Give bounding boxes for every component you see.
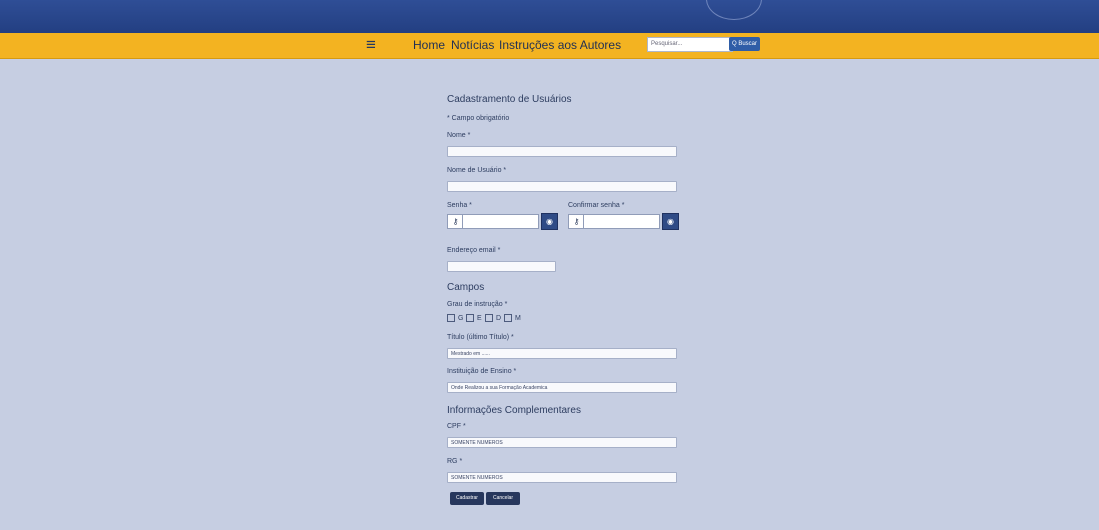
name-label: Nome *	[447, 132, 471, 139]
nav-author-instructions-link[interactable]: Instruções aos Autores	[499, 38, 621, 52]
search-input[interactable]: Pesquisar...	[647, 37, 733, 52]
degree-option-g[interactable]: G	[447, 314, 463, 322]
fields-section-title: Campos	[447, 282, 485, 293]
institution-field[interactable]: Onde Realizou a sua Formação Academica	[447, 382, 677, 393]
title-label: Título (último Título) *	[447, 334, 514, 341]
confirm-password-label: Confirmar senha *	[568, 202, 625, 209]
institution-label: Instituição de Ensino *	[447, 368, 517, 375]
rg-field[interactable]: SOMENTE NUMEROS	[447, 472, 677, 483]
show-password-button[interactable]: ◉	[541, 213, 558, 230]
confirm-password-group: ⚷ ◉	[568, 213, 679, 230]
name-field[interactable]	[447, 146, 677, 157]
top-header	[0, 0, 1099, 33]
search-button[interactable]: Q Buscar	[729, 37, 760, 51]
rg-label: RG *	[447, 458, 463, 465]
password-field[interactable]	[462, 214, 539, 229]
main-navbar: ≡ Home Notícias Instruções aos Autores P…	[0, 33, 1099, 59]
menu-icon[interactable]: ≡	[366, 35, 376, 55]
password-label: Senha *	[447, 202, 472, 209]
required-field-note: * Campo obrigatório	[447, 115, 510, 122]
nav-home-link[interactable]: Home	[413, 38, 445, 52]
cpf-label: CPF *	[447, 423, 466, 430]
degree-option-d[interactable]: D	[485, 314, 501, 322]
username-label: Nome de Usuário *	[447, 167, 507, 174]
degree-option-m[interactable]: M	[504, 314, 521, 322]
nav-news-link[interactable]: Notícias	[451, 38, 494, 52]
show-confirm-password-button[interactable]: ◉	[662, 213, 679, 230]
password-group: ⚷ ◉	[447, 213, 558, 230]
cpf-field[interactable]: SOMENTE NUMEROS	[447, 437, 677, 448]
username-field[interactable]	[447, 181, 677, 192]
degree-label: Grau de instrução *	[447, 301, 508, 308]
title-field[interactable]: Mestrado em ......	[447, 348, 677, 359]
email-field[interactable]	[447, 261, 556, 272]
email-label: Endereço email *	[447, 247, 501, 254]
degree-option-e[interactable]: E	[466, 314, 482, 322]
register-button[interactable]: Cadastrar	[450, 492, 484, 505]
cancel-button[interactable]: Cancelar	[486, 492, 520, 505]
institution-seal	[706, 0, 762, 20]
complementary-info-title: Informações Complementares	[447, 405, 581, 416]
form-title: Cadastramento de Usuários	[447, 94, 572, 105]
confirm-password-field[interactable]	[583, 214, 660, 229]
